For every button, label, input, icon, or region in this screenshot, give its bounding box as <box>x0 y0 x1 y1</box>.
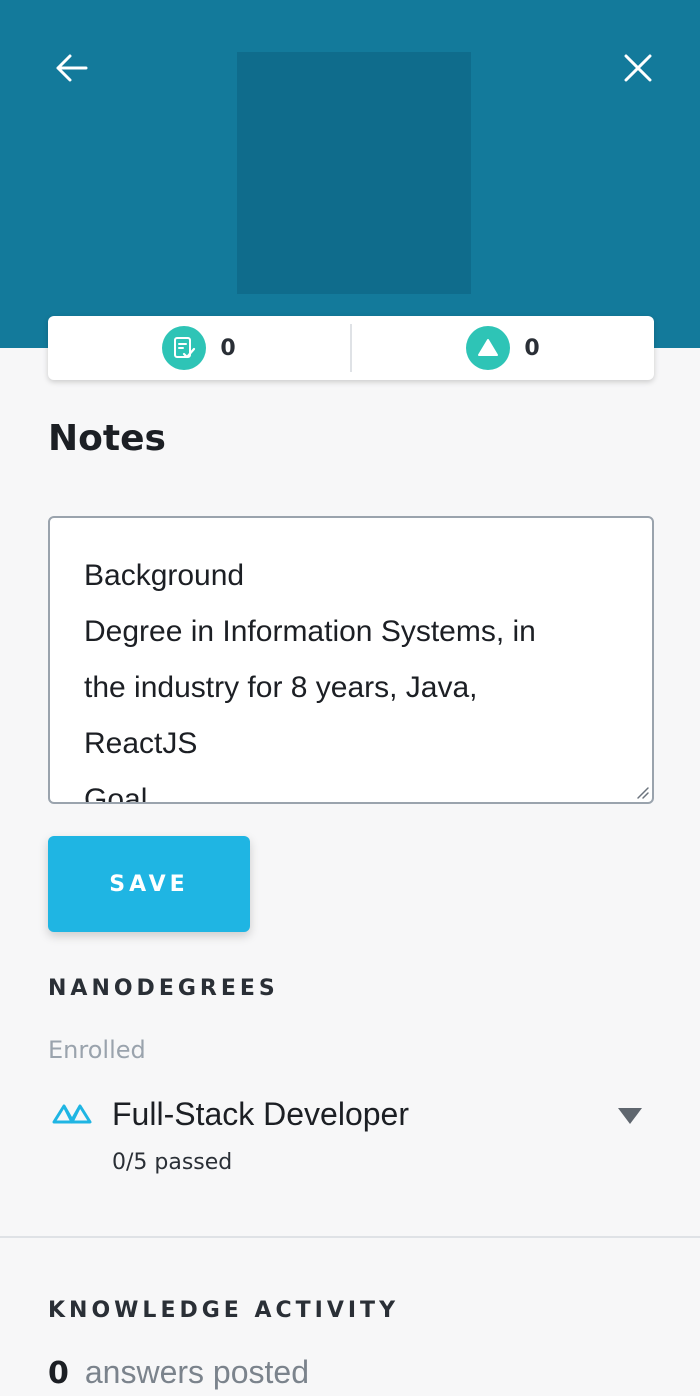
close-button[interactable] <box>618 48 658 88</box>
notes-line: Background <box>84 559 245 592</box>
answers-count: 0 <box>48 1356 69 1391</box>
nanodegrees-section-title: NANODEGREES <box>48 976 279 1001</box>
nanodegree-progress: 0/5 passed <box>112 1150 233 1175</box>
knowledge-activity-section-title: KNOWLEDGE ACTIVITY <box>48 1298 399 1323</box>
enrolled-label: Enrolled <box>48 1036 146 1064</box>
triangle-up-icon <box>466 326 511 370</box>
stats-card: 0 0 <box>48 316 654 380</box>
upvotes-count-value: 0 <box>524 335 540 361</box>
notes-line: Goal <box>84 783 148 804</box>
arrow-left-icon <box>56 54 88 82</box>
resize-grip-icon[interactable] <box>634 784 650 800</box>
notes-line: Degree in Information Systems, in <box>84 615 536 648</box>
notes-count-value: 0 <box>220 335 236 361</box>
section-divider <box>0 1236 700 1238</box>
udacity-logo-icon <box>52 1104 92 1124</box>
notes-line: ReactJS <box>84 727 198 760</box>
notes-line: the industry for 8 years, Java, <box>84 671 478 704</box>
answers-label: answers posted <box>84 1354 309 1390</box>
edit-checklist-icon <box>162 326 207 370</box>
notes-textarea[interactable]: Background Degree in Information Systems… <box>48 516 654 804</box>
answers-posted-row: 0 answers posted <box>48 1354 309 1391</box>
nanodegree-title[interactable]: Full-Stack Developer <box>112 1096 409 1133</box>
close-icon <box>624 54 652 82</box>
upvotes-count-stat[interactable]: 0 <box>352 316 654 380</box>
profile-header <box>0 0 700 348</box>
notes-count-stat[interactable]: 0 <box>48 316 350 380</box>
profile-avatar <box>237 52 471 294</box>
back-button[interactable] <box>52 48 92 88</box>
notes-title: Notes <box>48 418 166 459</box>
caret-down-icon[interactable] <box>614 1104 646 1128</box>
save-button[interactable]: SAVE <box>48 836 250 932</box>
